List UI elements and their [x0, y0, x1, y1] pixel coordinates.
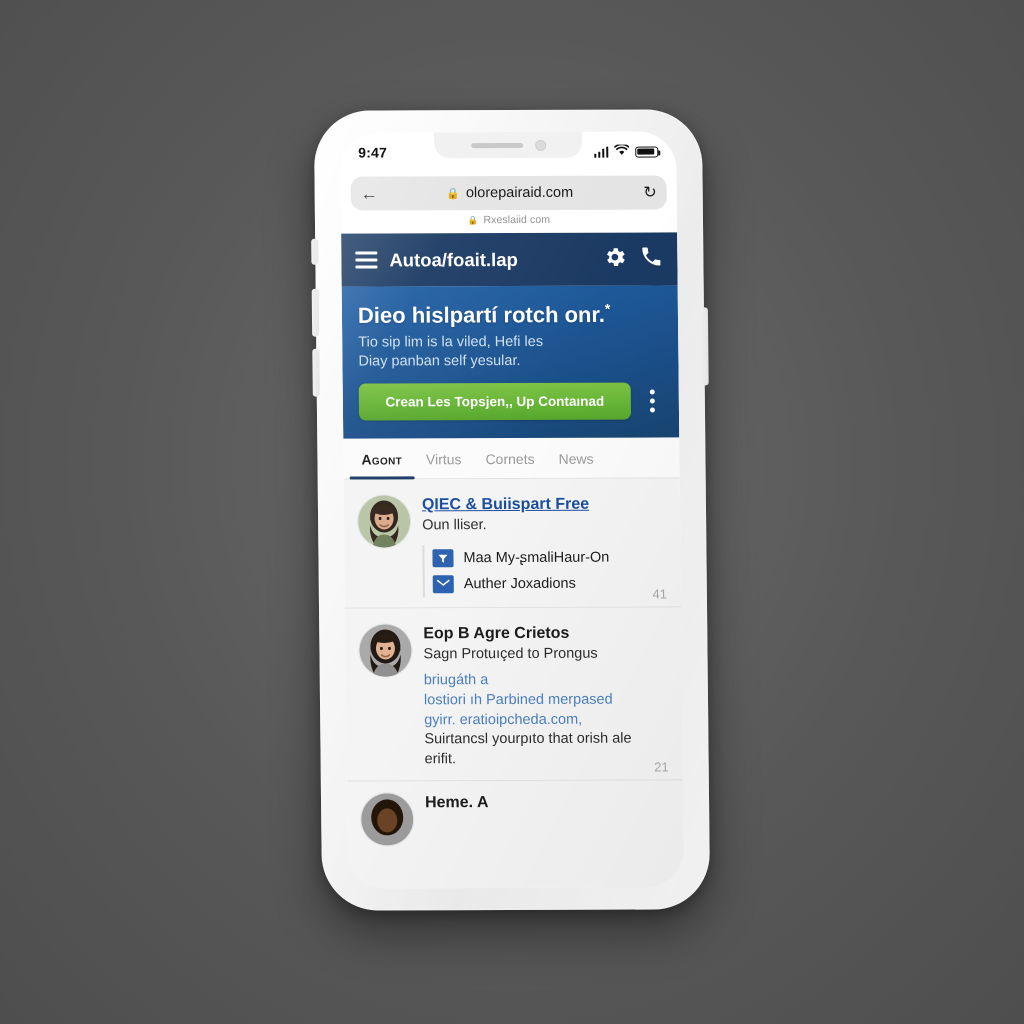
silent-switch[interactable] [311, 238, 319, 265]
site-title: Autoa/foait.lap [389, 248, 518, 270]
status-icons [593, 142, 659, 161]
avatar [359, 624, 412, 677]
list-item-subtitle: Sagn Protuıçed to Prongus [423, 645, 598, 663]
status-time: 9:47 [358, 144, 388, 161]
lock-icon-small: 🔒 [467, 214, 479, 225]
list-item-blue-line[interactable]: lostiori ıh Parbined merpased [424, 690, 668, 711]
list-item-meta-rows: Maa My-ʂmaliHaur-On Auther Joxadions [422, 544, 667, 598]
content-list: QIEC & Buiispart Free Oun lliser. Maa My… [343, 478, 684, 889]
list-item-body: Heme. A [425, 792, 670, 845]
hamburger-menu-icon[interactable] [355, 251, 378, 269]
reload-icon[interactable]: ↻ [637, 183, 657, 203]
list-item-title: Eop B Agre Crietos [423, 624, 570, 643]
tab-agont[interactable]: Agont [349, 438, 414, 478]
battery-icon [635, 145, 659, 158]
list-item-blue-line[interactable]: gyirr. eratioipcheda.com, [424, 710, 668, 731]
avatar [358, 495, 411, 548]
list-item-dark-line: erifit. [424, 751, 457, 768]
url-text: olorepairaid.com [465, 184, 574, 202]
url-display[interactable]: 🔒 olorepairaid.com [383, 185, 637, 202]
list-item-blue-line[interactable]: briugáth a [424, 671, 668, 692]
list-item[interactable]: Heme. A [346, 780, 684, 856]
url-bar[interactable]: ← 🔒 olorepairaid.com ↻ [350, 175, 667, 211]
list-item-count: 41 [652, 586, 667, 602]
meta-row-text: Auther Joxadions [463, 575, 576, 593]
more-vertical-icon[interactable] [641, 389, 663, 413]
hero-title: Dieo hislpartí rotch onr.* [358, 301, 662, 328]
phone-icon[interactable] [639, 244, 663, 273]
power-button[interactable] [700, 307, 709, 386]
envelope-icon [432, 575, 454, 594]
speaker-grille-icon [470, 142, 523, 148]
hero-title-superscript: * [604, 300, 611, 317]
browser-chrome: ← 🔒 olorepairaid.com ↻ 🔒 Rxeslaiid com [340, 171, 678, 234]
list-item-count: 21 [654, 759, 669, 775]
list-item-title: Heme. A [424, 793, 489, 812]
phone-device-frame: 9:47 ← 🔒 olorepairaid.com ↻ 🔒 Rxeslaiid … [311, 109, 711, 911]
meta-row[interactable]: Auther Joxadions [432, 571, 667, 598]
hero-actions: Crean Les Topsjen,, Up Contaınad [358, 382, 663, 421]
device-notch [434, 131, 583, 159]
filter-badge-icon [432, 549, 454, 568]
list-item[interactable]: Eop B Agre Crietos Sagn Protuıçed to Pro… [345, 607, 683, 782]
phone-screen: 9:47 ← 🔒 olorepairaid.com ↻ 🔒 Rxeslaiid … [340, 131, 684, 889]
cellular-bars-icon [593, 146, 609, 158]
volume-down-button[interactable] [312, 348, 320, 397]
cta-button[interactable]: Crean Les Topsjen,, Up Contaınad [358, 382, 632, 421]
tab-bar: Agont Virtus Cornets News [343, 437, 680, 480]
lock-icon: 🔒 [446, 187, 460, 200]
list-item-body: QIEC & Buiispart Free Oun lliser. Maa My… [422, 495, 667, 598]
gear-icon[interactable] [602, 244, 627, 274]
site-header: Autoa/foait.lap [341, 232, 678, 287]
list-item-subtitle: Oun lliser. [422, 517, 487, 534]
url-subtitle: 🔒 Rxeslaiid com [351, 209, 667, 231]
hero-title-text: Dieo hislpartí rotch onr. [357, 302, 606, 328]
list-item[interactable]: QIEC & Buiispart Free Oun lliser. Maa My… [343, 478, 682, 609]
front-camera-icon [534, 139, 546, 151]
meta-row-text: Maa My-ʂmaliHaur-On [463, 549, 610, 567]
tab-virtus[interactable]: Virtus [414, 438, 474, 478]
volume-up-button[interactable] [311, 288, 320, 337]
list-item-body: Eop B Agre Crietos Sagn Protuıçed to Pro… [423, 624, 669, 770]
back-arrow-icon[interactable]: ← [361, 184, 383, 203]
hero-subtitle-line-1: Tio sip lim is la viled, Hefi les [358, 333, 544, 351]
list-item-dark-line: Suirtancsl yourpıto that orish ale [424, 730, 632, 748]
avatar [361, 793, 414, 846]
tab-cornets[interactable]: Cornets [473, 438, 546, 478]
wifi-icon [614, 143, 630, 161]
meta-row[interactable]: Maa My-ʂmaliHaur-On [432, 545, 666, 572]
hero-banner: Dieo hislpartí rotch onr.* Tio sip lim i… [341, 285, 680, 439]
list-item-link[interactable]: QIEC & Buiispart Free [422, 495, 666, 515]
hero-subtitle-line-2: Diay panban self yesular. [358, 352, 521, 370]
url-subtitle-text: Rxeslaiid com [483, 213, 551, 227]
tab-news[interactable]: News [546, 438, 605, 478]
